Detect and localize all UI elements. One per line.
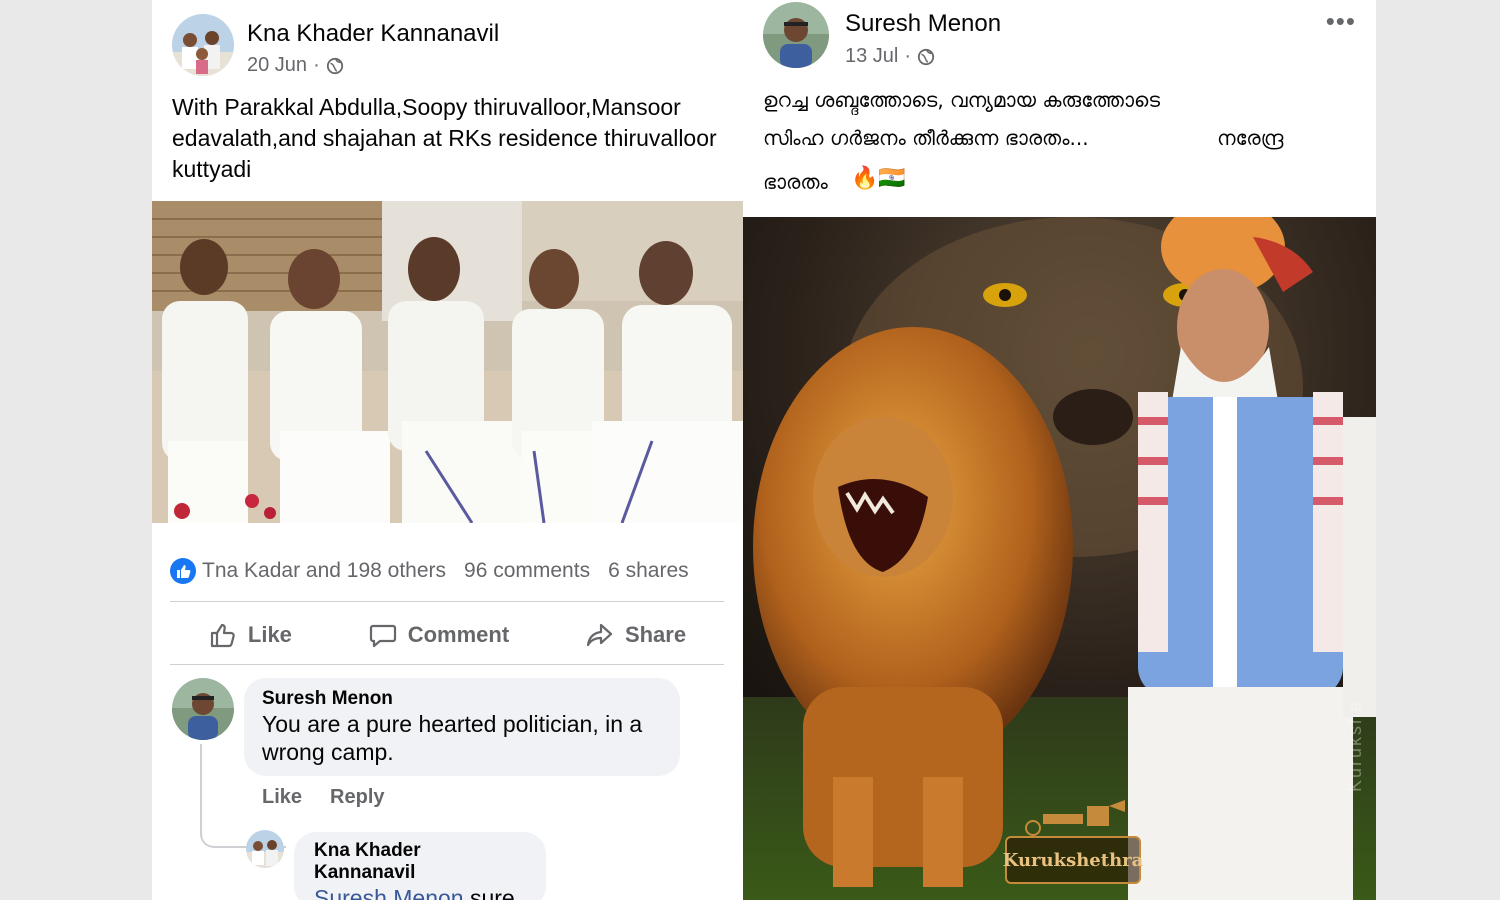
kurukshethra-logo: Kurukshethra	[1003, 836, 1143, 884]
comment-actions: Like Reply	[262, 786, 385, 809]
image-watermark: Kurukshe	[1345, 700, 1365, 793]
post-meta: 13 Jul ·	[845, 45, 935, 68]
post-photo[interactable]	[152, 201, 743, 523]
post-action-bar: Like Comment Share	[170, 612, 724, 658]
like-label: Like	[247, 622, 292, 647]
globe-icon	[326, 57, 343, 74]
reply-bubble: Kna Khader Kannanavil Suresh Menon sure	[294, 832, 546, 900]
right-post-card: Suresh Menon 13 Jul · ••• ഉറച്ച ശബ്ദത്തോ…	[743, 0, 1376, 900]
comment-bubble: Suresh Menon You are a pure hearted poli…	[244, 678, 680, 776]
post-text-line-3: ഭാരതം	[763, 170, 828, 194]
share-label: Share	[624, 622, 687, 647]
fire-flag-emoji: 🔥🇮🇳	[851, 166, 906, 191]
post-date[interactable]: 13 Jul	[845, 45, 898, 68]
shares-count[interactable]: 6 shares	[608, 559, 689, 583]
reply-author-avatar[interactable]	[246, 830, 284, 868]
comment-like-button[interactable]: Like	[262, 786, 302, 809]
post-meta: 20 Jun ·	[247, 54, 344, 77]
comment-reply-button[interactable]: Reply	[330, 786, 384, 809]
reply-text: sure	[463, 885, 515, 900]
globe-icon	[917, 48, 935, 65]
post-text-line-2-end: നരേന്ദ്ര	[1217, 126, 1284, 150]
author-name[interactable]: Suresh Menon	[845, 10, 1001, 38]
engagement-stats: Tna Kadar and 198 others 96 comments 6 s…	[170, 556, 730, 586]
comments-count[interactable]: 96 comments	[464, 559, 590, 583]
meta-separator: ·	[904, 45, 912, 67]
thumbs-up-icon	[210, 623, 235, 648]
author-avatar[interactable]	[763, 2, 829, 68]
post-date[interactable]: 20 Jun	[247, 54, 307, 77]
share-button[interactable]: Share	[585, 620, 686, 650]
comment-label: Comment	[407, 622, 510, 647]
like-reaction-icon	[170, 558, 196, 584]
stats-divider	[170, 601, 724, 602]
more-options-button[interactable]: •••	[1326, 6, 1356, 37]
chariot-logo-icon	[1025, 800, 1125, 836]
comment-text: You are a pure hearted politician, in a …	[262, 711, 643, 765]
comment-icon	[369, 624, 396, 648]
reactions-summary[interactable]: Tna Kadar and 198 others	[202, 559, 446, 583]
comment-author[interactable]: Suresh Menon	[262, 688, 662, 710]
share-icon	[586, 623, 613, 647]
actions-divider	[170, 664, 724, 665]
author-name[interactable]: Kna Khader Kannanavil	[247, 20, 499, 48]
post-text: With Parakkal Abdulla,Soopy thiruvalloor…	[172, 94, 717, 182]
like-button[interactable]: Like	[208, 620, 292, 650]
commenter-avatar[interactable]	[172, 678, 234, 740]
meta-separator: ·	[313, 54, 320, 76]
comment-button[interactable]: Comment	[368, 620, 509, 650]
author-avatar[interactable]	[172, 14, 234, 76]
post-photo[interactable]	[743, 217, 1376, 900]
post-text-line-2: സിംഹ ഗർജനം തീർക്കുന്ന ഭാരതം...	[763, 126, 1089, 150]
reply-author[interactable]: Kna Khader Kannanavil	[314, 840, 526, 884]
post-text-line-1: ഉറച്ച ശബ്ദത്തോടെ, വന്യമായ കരുത്തോടെ	[763, 88, 1161, 112]
reply-mention-link[interactable]: Suresh Menon	[314, 885, 464, 900]
left-post-card: Kna Khader Kannanavil 20 Jun · With Para…	[152, 0, 743, 900]
